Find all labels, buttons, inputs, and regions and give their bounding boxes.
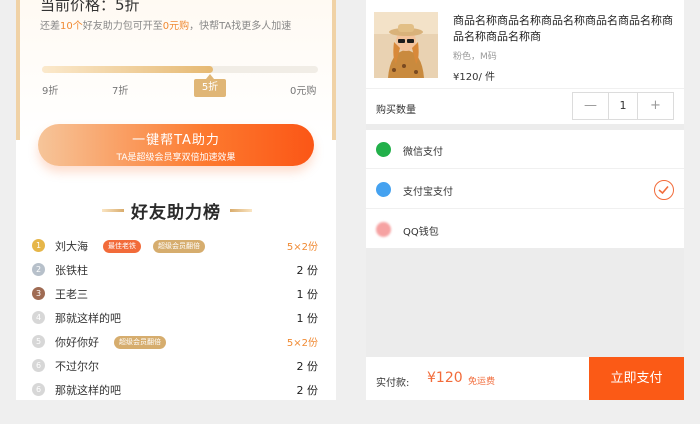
quantity-row: 购买数量 — 1 + — [366, 88, 684, 124]
payment-label: QQ钱包 — [403, 227, 439, 238]
rank-name: 不过尔尔 — [55, 360, 99, 373]
rank-name: 那就这样的吧 — [55, 384, 121, 397]
rank-row: 2 张铁柱 2 份 — [32, 260, 318, 282]
rank-name: 刘大海 — [55, 240, 88, 253]
selected-check-icon[interactable] — [654, 180, 674, 200]
progress-fill — [42, 66, 214, 73]
assist-header: 当前价格：5折 还差10个好友助力包可开至0元购，快帮TA找更多人加速 9折 7… — [16, 0, 336, 140]
payment-label: 支付宝支付 — [403, 187, 453, 198]
rank-number-badge: 4 — [32, 311, 45, 324]
vip-double-tag: 超级会员翻倍 — [153, 240, 205, 253]
hint-part: 还差 — [40, 21, 60, 32]
free-shipping: 免运费 — [468, 377, 496, 387]
checkmark-icon — [658, 185, 669, 195]
payment-label: 微信支付 — [403, 147, 443, 158]
product-spec: 粉色，M码 — [453, 52, 497, 62]
assist-hint: 还差10个好友助力包可开至0元购，快帮TA找更多人加速 — [40, 17, 291, 32]
qq-icon — [376, 222, 391, 237]
payment-methods: 微信支付 支付宝支付 QQ钱包 — [366, 130, 684, 248]
tick-label: 0元购 — [290, 86, 317, 97]
total-label: 实付款: — [376, 378, 410, 389]
stage: 当前价格：5折 还差10个好友助力包可开至0元购，快帮TA找更多人加速 9折 7… — [0, 0, 700, 424]
payment-option-wechat[interactable]: 微信支付 — [366, 130, 684, 169]
tick-label: 9折 — [42, 86, 59, 97]
rank-name: 你好你好 — [55, 336, 99, 349]
rank-number-badge: 6 — [32, 359, 45, 372]
title-decoration — [230, 209, 252, 212]
help-button-title: 一键帮TA助力 — [132, 133, 220, 148]
tick-label: 7折 — [112, 86, 129, 97]
rank-value: 2 份 — [296, 384, 319, 397]
decrease-button[interactable]: — — [573, 93, 609, 119]
rank-value: 5×2份 — [286, 242, 318, 253]
quantity-value[interactable]: 1 — [609, 93, 637, 119]
rank-name: 那就这样的吧 — [55, 312, 121, 325]
vip-double-tag: 超级会员翻倍 — [114, 336, 166, 349]
rank-row: 1 刘大海 最佳老铁 超级会员翻倍 5×2份 — [32, 236, 318, 258]
silver-medal-icon: 2 — [32, 263, 45, 276]
product-card: 商品名称商品名称商品名称商品名商品名称商品名称商品名称商 粉色，M码 ¥120/… — [366, 0, 684, 88]
rank-value: 2 份 — [296, 264, 319, 277]
help-button-subtitle: TA是超级会员享双倍加速效果 — [116, 153, 236, 163]
rank-row: 6 不过尔尔 2 份 — [32, 356, 318, 378]
hint-goal: 0元购 — [162, 21, 190, 32]
product-name: 商品名称商品名称商品名称商品名商品名称商品名称商品名称商 — [453, 14, 673, 43]
help-button[interactable]: 一键帮TA助力 TA是超级会员享双倍加速效果 — [38, 124, 314, 166]
bronze-medal-icon: 3 — [32, 287, 45, 300]
product-image[interactable] — [374, 12, 438, 78]
hint-part: 好友助力包可开至 — [82, 21, 163, 32]
rank-row: 4 那就这样的吧 1 份 — [32, 308, 318, 330]
rank-name: 王老三 — [55, 288, 88, 301]
quantity-label: 购买数量 — [376, 105, 416, 116]
rank-row: 3 王老三 1 份 — [32, 284, 318, 306]
rank-name: 张铁柱 — [55, 264, 88, 277]
checkout-panel: 商品名称商品名称商品名称商品名商品名称商品名称商品名称商 粉色，M码 ¥120/… — [366, 0, 684, 400]
hint-part: ，快帮TA找更多人加速 — [189, 21, 292, 32]
rank-title: 好友助力榜 — [131, 203, 221, 223]
payment-option-qq[interactable]: QQ钱包 — [366, 210, 684, 249]
total-amount: ¥120 — [427, 370, 463, 386]
quantity-stepper: — 1 + — [572, 92, 674, 120]
wechat-icon — [376, 142, 391, 157]
rank-row: 6 那就这样的吧 2 份 — [32, 380, 318, 400]
pay-now-button[interactable]: 立即支付 — [589, 357, 684, 400]
rank-number-badge: 5 — [32, 335, 45, 348]
rank-value: 1 份 — [296, 288, 319, 301]
rank-value: 5×2份 — [286, 338, 318, 349]
rank-value: 2 份 — [296, 360, 319, 373]
product-photo-illustration — [374, 12, 438, 78]
increase-button[interactable]: + — [637, 93, 673, 119]
hint-count: 10个 — [60, 21, 83, 32]
product-price: ¥120/ 件 — [453, 72, 495, 83]
current-price: 当前价格：5折 — [40, 0, 140, 14]
rank-row: 5 你好你好 超级会员翻倍 5×2份 — [32, 332, 318, 354]
tick-active-label: 5折 — [194, 74, 226, 97]
assist-panel: 当前价格：5折 还差10个好友助力包可开至0元购，快帮TA找更多人加速 9折 7… — [16, 0, 336, 400]
discount-progress — [42, 66, 318, 73]
checkout-bar: 实付款: ¥120 免运费 立即支付 — [366, 357, 684, 400]
alipay-icon — [376, 182, 391, 197]
gold-medal-icon: 1 — [32, 239, 45, 252]
rank-value: 1 份 — [296, 312, 319, 325]
payment-option-alipay[interactable]: 支付宝支付 — [366, 170, 684, 209]
best-friend-tag: 最佳老铁 — [103, 240, 141, 253]
rank-number-badge: 6 — [32, 383, 45, 396]
